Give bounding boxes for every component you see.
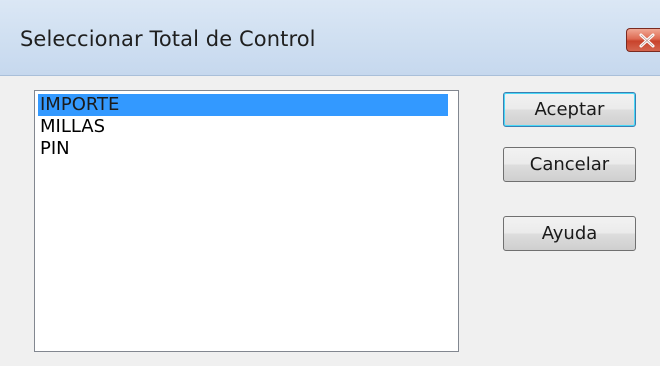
dialog-content: IMPORTE MILLAS PIN Aceptar Cancelar Ayud… bbox=[0, 76, 660, 366]
help-button[interactable]: Ayuda bbox=[503, 216, 636, 251]
close-button[interactable] bbox=[626, 28, 660, 52]
close-icon bbox=[639, 33, 655, 48]
control-total-list[interactable]: IMPORTE MILLAS PIN bbox=[34, 90, 459, 352]
accept-button[interactable]: Aceptar bbox=[503, 92, 636, 127]
dialog-window: Seleccionar Total de Control IMPORTE MIL… bbox=[0, 0, 660, 366]
cancel-button[interactable]: Cancelar bbox=[503, 147, 636, 182]
window-title: Seleccionar Total de Control bbox=[20, 27, 316, 51]
list-item-pin[interactable]: PIN bbox=[38, 138, 448, 160]
list-item-importe[interactable]: IMPORTE bbox=[38, 94, 448, 116]
list-item-millas[interactable]: MILLAS bbox=[38, 116, 448, 138]
title-bar[interactable]: Seleccionar Total de Control bbox=[0, 0, 660, 76]
